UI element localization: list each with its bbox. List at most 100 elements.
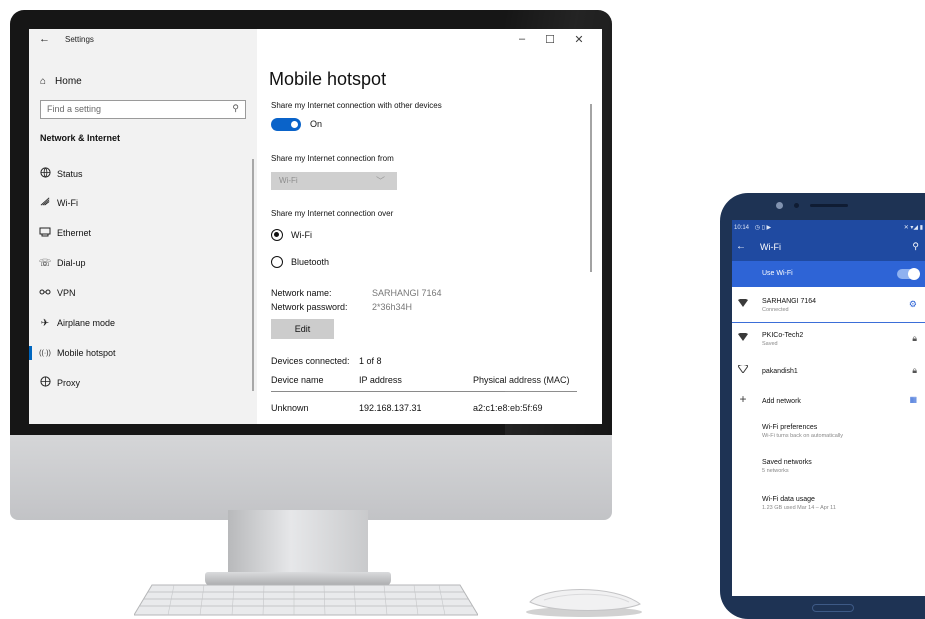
page-title: Mobile hotspot bbox=[269, 69, 387, 89]
monitor-chin bbox=[10, 435, 612, 520]
radio-bluetooth[interactable] bbox=[271, 256, 283, 268]
network-item-connected[interactable]: SARHANGI 7164 Connected ⚙ bbox=[732, 290, 925, 323]
pref-subtitle: Wi-Fi turns back on automatically bbox=[762, 433, 843, 439]
lock-icon: 🔒︎ bbox=[912, 333, 917, 343]
settings-sidebar: ⌂ Home ⚲ Network & Internet Status bbox=[29, 29, 257, 424]
wifi-app-header: 10:14 ◷ ▯ ▶ ✕ ▾◢ ▮ ← Wi-Fi ⚲ Use Wi-Fi bbox=[732, 220, 925, 287]
sidebar-item-label: Wi-Fi bbox=[57, 198, 78, 208]
ethernet-icon bbox=[29, 227, 57, 240]
network-name: PKICo-Tech2 bbox=[762, 332, 804, 339]
sidebar-item-mobile-hotspot[interactable]: ((·)) Mobile hotspot bbox=[29, 342, 257, 364]
sidebar-item-label: Mobile hotspot bbox=[57, 348, 116, 358]
back-arrow-icon[interactable]: ← bbox=[736, 241, 746, 252]
sensor-dot bbox=[794, 203, 799, 208]
sidebar-item-label: Status bbox=[57, 169, 83, 179]
gear-icon[interactable]: ⚙ bbox=[909, 299, 917, 310]
section-title: Network & Internet bbox=[40, 133, 121, 143]
search-input[interactable] bbox=[47, 104, 217, 114]
pref-title: Wi-Fi data usage bbox=[762, 496, 815, 503]
find-setting-search[interactable]: ⚲ bbox=[40, 100, 246, 119]
share-from-dropdown[interactable]: Wi-Fi ﹀ bbox=[271, 172, 397, 190]
sidebar-item-airplane-mode[interactable]: ✈ Airplane mode bbox=[29, 312, 257, 334]
settings-window: ⌂ Home ⚲ Network & Internet Status bbox=[29, 29, 602, 424]
wifi-icon bbox=[29, 196, 57, 210]
dialup-icon: ☏ bbox=[38, 257, 52, 269]
hotspot-page: Mobile hotspot Share my Internet connect… bbox=[257, 29, 602, 424]
sidebar-item-ethernet[interactable]: Ethernet bbox=[29, 222, 257, 244]
status-bar: 10:14 ◷ ▯ ▶ ✕ ▾◢ ▮ bbox=[734, 224, 925, 231]
share-over-label: Share my Internet connection over bbox=[271, 209, 394, 218]
sidebar-item-status[interactable]: Status bbox=[29, 163, 257, 185]
sidebar-item-label: Proxy bbox=[57, 378, 81, 388]
cell-mac: a2:c1:e8:eb:5f:69 bbox=[473, 403, 543, 413]
page-scrollbar[interactable] bbox=[590, 104, 592, 272]
wifi-signal-icon bbox=[736, 298, 750, 309]
pref-subtitle: 5 networks bbox=[762, 468, 789, 474]
sidebar-item-wifi[interactable]: Wi-Fi bbox=[29, 192, 257, 214]
status-system-icons: ✕ ▾◢ ▮ bbox=[903, 225, 923, 231]
title-bar: ← Settings – ☐ ✕ bbox=[29, 29, 602, 51]
sidebar-item-vpn[interactable]: VPN bbox=[29, 282, 257, 304]
hotspot-toggle[interactable] bbox=[271, 118, 301, 131]
network-item[interactable]: PKICo-Tech2 Saved 🔒︎ bbox=[732, 324, 925, 357]
keyboard bbox=[134, 584, 478, 616]
nav-home[interactable]: ⌂ Home bbox=[40, 76, 82, 87]
pref-subtitle: 1.23 GB used Mar 14 – Apr 11 bbox=[762, 505, 836, 511]
network-status: Saved bbox=[762, 341, 778, 347]
cell-ip: 192.168.137.31 bbox=[359, 403, 422, 413]
radio-wifi[interactable] bbox=[271, 229, 283, 241]
nav-home-label: Home bbox=[55, 76, 82, 87]
minimize-button[interactable]: – bbox=[513, 33, 531, 45]
use-wifi-switch[interactable] bbox=[897, 268, 920, 280]
maximize-button[interactable]: ☐ bbox=[541, 33, 559, 46]
edit-button[interactable]: Edit bbox=[271, 319, 334, 339]
close-button[interactable]: ✕ bbox=[570, 33, 588, 46]
network-item[interactable]: pakandish1 🔒︎ bbox=[732, 356, 925, 389]
sidebar-item-proxy[interactable]: Proxy bbox=[29, 372, 257, 394]
wifi-data-usage-item[interactable]: Wi-Fi data usage 1.23 GB used Mar 14 – A… bbox=[762, 496, 922, 511]
sidebar-item-label: Ethernet bbox=[57, 228, 92, 238]
qr-code-icon[interactable]: ▦ bbox=[909, 395, 917, 404]
search-icon[interactable]: ⚲ bbox=[912, 241, 919, 252]
sidebar-item-label: VPN bbox=[57, 288, 76, 298]
network-name: SARHANGI 7164 bbox=[762, 298, 817, 305]
globe-icon bbox=[29, 167, 57, 181]
home-icon: ⌂ bbox=[40, 76, 47, 87]
front-camera-icon bbox=[776, 202, 783, 209]
vpn-icon bbox=[29, 288, 57, 299]
imac-monitor: ⌂ Home ⚲ Network & Internet Status bbox=[10, 10, 612, 520]
table-divider bbox=[271, 391, 577, 392]
sidebar-item-label: Dial-up bbox=[57, 258, 86, 268]
add-network-row[interactable]: + Add network ▦ bbox=[732, 386, 925, 419]
pref-title: Saved networks bbox=[762, 459, 812, 466]
devices-connected-label: Devices connected: bbox=[271, 356, 350, 366]
use-wifi-label: Use Wi-Fi bbox=[762, 270, 793, 277]
hotspot-icon: ((·)) bbox=[39, 349, 51, 357]
window-title: Settings bbox=[65, 35, 94, 44]
devices-connected-value: 1 of 8 bbox=[359, 356, 382, 366]
back-arrow-icon[interactable]: ← bbox=[39, 33, 50, 45]
pref-title: Wi-Fi preferences bbox=[762, 424, 818, 431]
network-name-value: SARHANGI 7164 bbox=[372, 288, 442, 298]
lock-icon: 🔒︎ bbox=[912, 365, 917, 375]
wifi-preferences-item[interactable]: Wi-Fi preferences Wi-Fi turns back on au… bbox=[762, 424, 922, 439]
monitor-bezel: ⌂ Home ⚲ Network & Internet Status bbox=[10, 10, 612, 435]
sidebar-scrollbar[interactable] bbox=[252, 159, 254, 391]
use-wifi-row[interactable]: Use Wi-Fi bbox=[732, 261, 925, 287]
airplane-icon: ✈ bbox=[40, 317, 50, 329]
home-button[interactable] bbox=[812, 604, 854, 612]
col-header-device: Device name bbox=[271, 375, 324, 385]
sidebar-item-dialup[interactable]: ☏ Dial-up bbox=[29, 252, 257, 274]
network-name-label: Network name: bbox=[271, 288, 332, 298]
wifi-signal-icon bbox=[736, 332, 750, 343]
wifi-signal-icon bbox=[736, 364, 750, 375]
network-status: Connected bbox=[762, 307, 789, 313]
proxy-globe-icon bbox=[29, 376, 57, 390]
radio-wifi-label: Wi-Fi bbox=[291, 230, 312, 240]
network-password-label: Network password: bbox=[271, 302, 348, 312]
col-header-mac: Physical address (MAC) bbox=[473, 375, 570, 385]
network-name: pakandish1 bbox=[762, 368, 798, 375]
saved-networks-item[interactable]: Saved networks 5 networks bbox=[762, 459, 922, 474]
col-header-ip: IP address bbox=[359, 375, 402, 385]
add-network-label: Add network bbox=[762, 398, 801, 405]
